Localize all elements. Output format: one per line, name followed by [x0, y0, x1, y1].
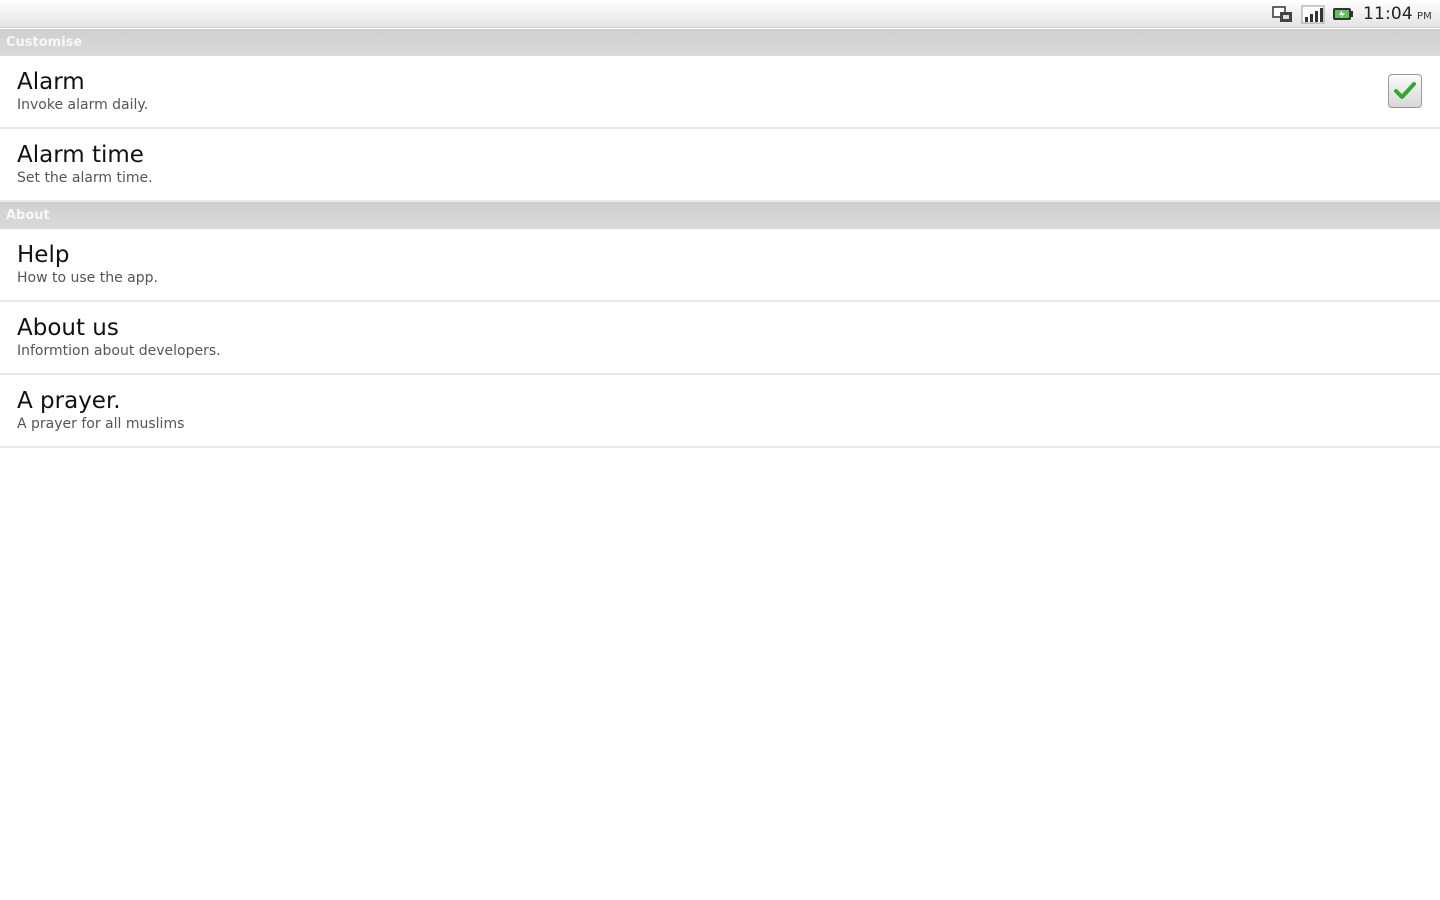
- pref-alarm-summary: Invoke alarm daily.: [17, 97, 149, 113]
- pref-help-title: Help: [17, 242, 70, 268]
- status-icons: [1271, 4, 1355, 24]
- status-bar: 11:04 PM: [0, 0, 1440, 28]
- pref-about-us[interactable]: About us Informtion about developers.: [0, 302, 1440, 375]
- alarm-checkbox[interactable]: [1388, 74, 1422, 108]
- category-customise: Customise: [0, 29, 1440, 56]
- pref-alarm-time[interactable]: Alarm time Set the alarm time.: [0, 129, 1440, 202]
- usb-debug-icon: [1271, 4, 1295, 24]
- checkmark-icon: [1394, 82, 1416, 99]
- pref-about-us-summary: Informtion about developers.: [17, 343, 221, 359]
- pref-prayer-summary: A prayer for all muslims: [17, 416, 185, 432]
- status-clock: 11:04 PM: [1363, 4, 1432, 24]
- pref-help-summary: How to use the app.: [17, 270, 158, 286]
- preferences-list: Customise Alarm Invoke alarm daily. Alar…: [0, 29, 1440, 448]
- status-ampm: PM: [1416, 10, 1432, 22]
- pref-prayer-title: A prayer.: [17, 388, 121, 414]
- pref-prayer[interactable]: A prayer. A prayer for all muslims: [0, 375, 1440, 448]
- battery-icon: [1331, 4, 1355, 24]
- pref-alarm-time-summary: Set the alarm time.: [17, 170, 153, 186]
- pref-help[interactable]: Help How to use the app.: [0, 229, 1440, 302]
- pref-alarm-title: Alarm: [17, 69, 85, 95]
- signal-bars-icon: [1301, 4, 1325, 24]
- pref-alarm[interactable]: Alarm Invoke alarm daily.: [0, 56, 1440, 129]
- pref-about-us-title: About us: [17, 315, 119, 341]
- pref-alarm-time-title: Alarm time: [17, 142, 144, 168]
- status-time: 11:04: [1362, 3, 1413, 24]
- category-about: About: [0, 202, 1440, 229]
